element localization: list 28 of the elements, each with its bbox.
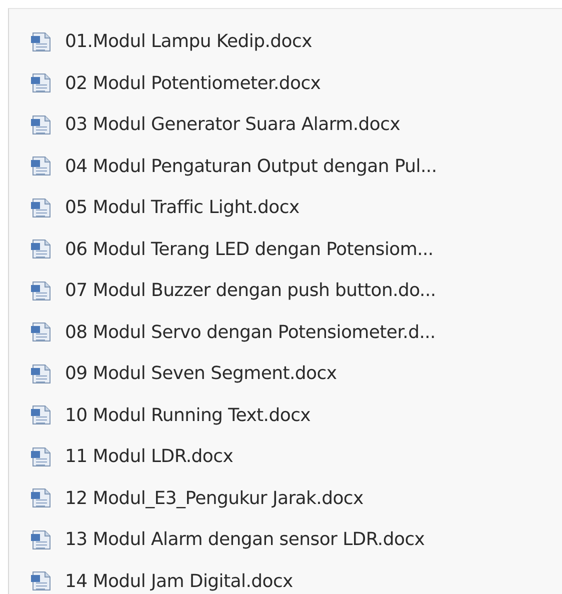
file-name[interactable]: 05 Modul Traffic Light.docx bbox=[65, 197, 300, 218]
document-icon bbox=[29, 403, 53, 428]
document-icon bbox=[29, 444, 53, 469]
document-icon bbox=[29, 362, 53, 386]
document-icon bbox=[29, 237, 53, 262]
document-icon bbox=[29, 112, 53, 137]
file-name[interactable]: 07 Modul Buzzer dengan push button.do... bbox=[65, 280, 436, 302]
document-icon bbox=[29, 278, 53, 303]
file-name[interactable]: 08 Modul Servo dengan Potensiometer.d... bbox=[65, 322, 436, 343]
file-name[interactable]: 02 Modul Potentiometer.docx bbox=[65, 72, 321, 94]
document-icon bbox=[29, 154, 53, 178]
file-name[interactable]: 01.Modul Lampu Kedip.docx bbox=[65, 31, 312, 52]
file-name[interactable]: 11 Modul LDR.docx bbox=[65, 446, 234, 468]
file-name[interactable]: 10 Modul Running Text.docx bbox=[65, 404, 311, 426]
document-icon bbox=[29, 486, 53, 510]
file-name[interactable]: 04 Modul Pengaturan Output dengan Pul... bbox=[65, 156, 437, 177]
file-name[interactable]: 12 Modul_E3_Pengukur Jarak.docx bbox=[65, 488, 364, 509]
document-icon bbox=[29, 30, 53, 54]
document-icon bbox=[29, 528, 53, 552]
file-name[interactable]: 14 Modul Jam Digital.docx bbox=[65, 570, 293, 592]
file-name[interactable]: 13 Modul Alarm dengan sensor LDR.docx bbox=[65, 529, 425, 550]
file-name[interactable]: 03 Modul Generator Suara Alarm.docx bbox=[65, 114, 400, 136]
document-icon bbox=[29, 196, 53, 220]
document-icon bbox=[29, 320, 53, 344]
file-name[interactable]: 09 Modul Seven Segment.docx bbox=[65, 363, 337, 384]
document-icon bbox=[29, 569, 53, 594]
document-icon bbox=[29, 71, 53, 96]
file-name[interactable]: 06 Modul Terang LED dengan Potensiom... bbox=[65, 238, 434, 260]
